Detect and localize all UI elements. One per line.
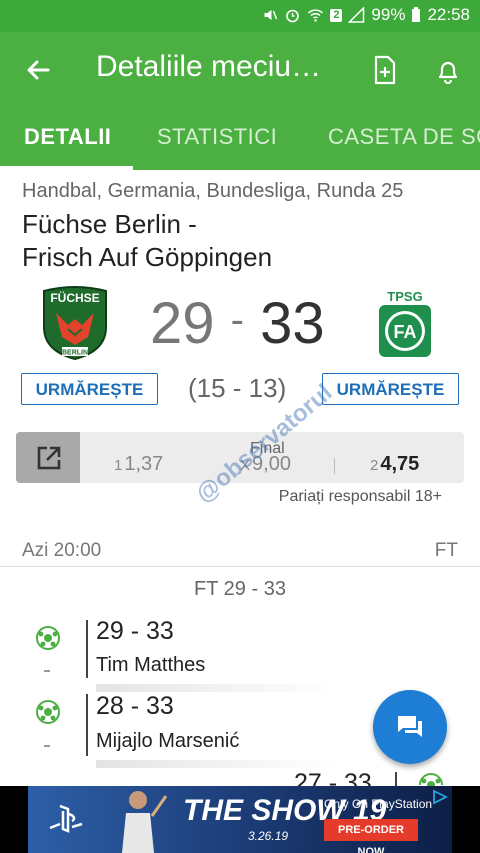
- player-image: [122, 791, 168, 853]
- handball-icon: [36, 626, 60, 650]
- home-team-name: Füchse Berlin -: [22, 209, 197, 239]
- app-bar: Detaliile meciu…: [0, 32, 480, 108]
- away-logo-mono: FA: [393, 322, 416, 342]
- away-logo-text: TPSG: [387, 289, 422, 304]
- divider: [0, 566, 480, 567]
- page-title: Detaliile meciu…: [96, 50, 322, 83]
- ad-release-date: 3.26.19: [248, 829, 289, 843]
- chat-fab-button[interactable]: [373, 690, 447, 764]
- external-link-icon: [37, 446, 61, 470]
- battery-percent: 99%: [371, 5, 406, 24]
- status-bar: 2 99% 22:58: [0, 0, 480, 32]
- battery-icon: [412, 7, 421, 22]
- event-score: 29 - 33: [96, 617, 174, 645]
- match-status: FT: [434, 540, 458, 561]
- odd-away-value: 4,75: [380, 453, 420, 475]
- external-link-button[interactable]: [16, 432, 80, 483]
- home-team-logo[interactable]: FÜCHSE BERLIN: [40, 285, 110, 361]
- signal-icon: [348, 7, 365, 23]
- away-team-name: Frisch Auf Göppingen: [22, 242, 273, 272]
- clock: 22:58: [427, 5, 470, 24]
- odd-home-value: 1,37: [124, 453, 164, 475]
- chat-icon: [398, 716, 422, 737]
- tab-statistics[interactable]: STATISTICI: [157, 124, 277, 150]
- score-separator: -: [230, 298, 244, 342]
- event-score: 27 - 33: [294, 769, 372, 786]
- event-detail-fade: [96, 760, 336, 768]
- odd-home-key: 1: [114, 457, 123, 474]
- odd-away[interactable]: 2 4,75: [370, 453, 419, 476]
- alarm-icon: [286, 9, 300, 23]
- ad-platform-text: Only On PlayStation: [324, 797, 433, 811]
- ad-preorder-button[interactable]: PRE-ORDER NOW: [324, 819, 418, 853]
- odd-home[interactable]: 1 1,37: [114, 453, 163, 476]
- ad-info-icon[interactable]: [432, 789, 448, 805]
- handball-icon: [419, 773, 443, 786]
- competition-info: Handbal, Germania, Bundesliga, Runda 25: [22, 180, 404, 202]
- tab-bar: DETALII STATISTICI CASETA DE SCOR: [0, 108, 480, 170]
- handball-icon: [36, 700, 60, 724]
- home-score: 29: [150, 291, 215, 356]
- follow-away-button[interactable]: URMĂREȘTE: [322, 373, 459, 405]
- away-score: 33: [260, 291, 325, 356]
- event-dash: [44, 670, 50, 672]
- tab-scorebox[interactable]: CASETA DE SCOR: [328, 124, 480, 150]
- follow-home-button[interactable]: URMĂREȘTE: [21, 373, 158, 405]
- responsible-gambling-note: Pariați responsabil 18+: [278, 488, 442, 505]
- home-logo-text: FÜCHSE: [50, 290, 99, 305]
- active-tab-indicator: [0, 166, 133, 170]
- final-score: 29 - 33: [150, 290, 325, 357]
- timeline-line: [86, 694, 88, 756]
- sim-badge: 2: [330, 8, 343, 22]
- playstation-logo-icon: [49, 804, 83, 833]
- event-detail-fade: [96, 684, 336, 692]
- away-team-logo[interactable]: TPSG FA: [375, 285, 435, 361]
- timeline-line: [86, 620, 88, 678]
- tab-details[interactable]: DETALII: [24, 124, 111, 150]
- event-player: Tim Matthes: [96, 654, 206, 676]
- mute-icon: [264, 10, 278, 20]
- match-teams: Füchse Berlin - Frisch Auf Göppingen: [22, 208, 272, 274]
- match-datetime: Azi 20:00: [22, 540, 102, 561]
- timeline-line: [395, 772, 397, 786]
- event-player: Mijajlo Marsenić: [96, 730, 240, 752]
- ad-banner[interactable]: THE SHOW 19 3.26.19 Only On PlayStation …: [0, 786, 480, 853]
- event-dash: [44, 745, 50, 747]
- ad-creative[interactable]: THE SHOW 19 3.26.19 Only On PlayStation …: [28, 786, 452, 853]
- back-arrow-icon[interactable]: [20, 52, 56, 88]
- notification-bell-icon[interactable]: [433, 54, 463, 86]
- home-logo-subtext: BERLIN: [62, 350, 88, 357]
- timeline-ft-label: FT 29 - 33: [194, 578, 286, 600]
- odd-away-key: 2: [370, 457, 379, 474]
- add-to-calendar-icon[interactable]: [370, 54, 400, 86]
- wifi-icon: [308, 9, 324, 22]
- halftime-score: (15 - 13): [188, 373, 287, 403]
- event-score: 28 - 33: [96, 692, 174, 720]
- odds-separator: [334, 458, 335, 474]
